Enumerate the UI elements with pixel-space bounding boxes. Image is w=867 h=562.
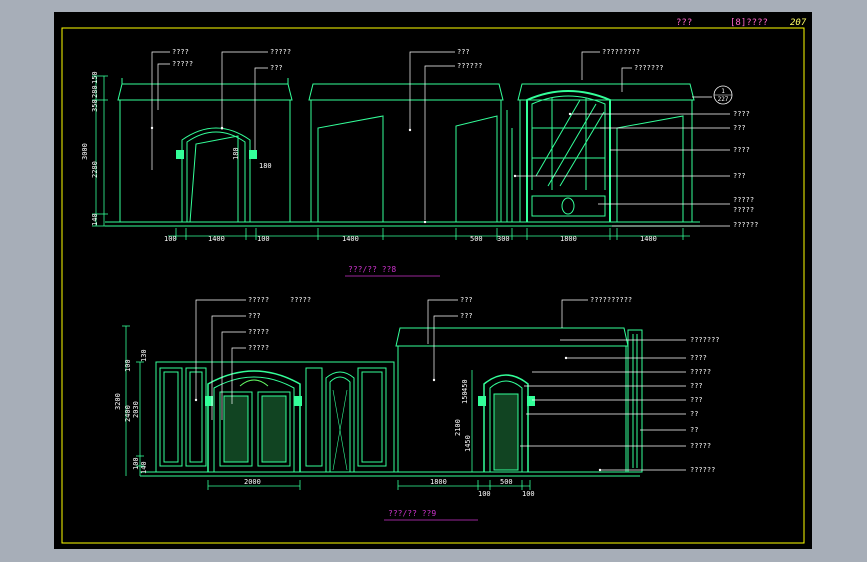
callout-bottom-left-2: ???	[248, 312, 261, 320]
callout-bottom-right-0: ???????	[690, 336, 720, 344]
callout-top-left-7: ???????	[634, 64, 664, 72]
callout-top-right-6: ??????	[733, 221, 758, 229]
dim-bottom-4: 100	[522, 490, 535, 498]
dim-bottom-1: 1800	[430, 478, 447, 486]
index-symbol-bottom: 227	[718, 96, 729, 103]
dim-top-v3: 280	[91, 85, 99, 98]
dim-top-5: 300	[497, 235, 510, 243]
callout-top-left-3: ???	[270, 64, 283, 72]
callout-bottom-right-5: ??	[690, 410, 698, 418]
dim-bottom-0: 2000	[244, 478, 261, 486]
callout-top-left-1: ?????	[172, 60, 193, 68]
callout-top-left-0: ????	[172, 48, 189, 56]
callout-top-right-5: ?????	[733, 206, 754, 214]
dim-top-inner-0: 180	[232, 147, 240, 160]
dim-top-v5: 140	[91, 213, 99, 226]
dim-top-v1: 2280	[91, 161, 99, 178]
index-symbol-top: 1	[721, 88, 725, 95]
callout-bottom-right-8: ??????	[690, 466, 715, 474]
dim-top-2: 100	[257, 235, 270, 243]
dim-top-inner-1: 180	[259, 162, 272, 170]
index-symbol: 1 227	[713, 85, 733, 105]
dim-top-1: 1400	[208, 235, 225, 243]
callout-top-right-2: ????	[733, 146, 750, 154]
title-block-middle: [8]????	[730, 18, 768, 28]
dim-top-0: 100	[164, 235, 177, 243]
dim-top-6: 1800	[560, 235, 577, 243]
caption-top: ???/?? ??8	[348, 265, 396, 274]
dim-top-v4: 150	[91, 71, 99, 84]
dim-top-4: 500	[470, 235, 483, 243]
dim-bottom-v5: 100	[124, 359, 132, 372]
dim-bottom-2: 500	[500, 478, 513, 486]
dim-bottom-v4: 130	[140, 349, 148, 362]
callout-bottom-left-4: ?????	[248, 344, 269, 352]
dim-bottom-v2: 2030	[132, 401, 140, 418]
dim-bottom-inner-2: 2100	[454, 419, 462, 436]
callout-bottom-right-7: ?????	[690, 442, 711, 450]
title-block-left: ???	[676, 18, 692, 28]
dim-top-v0: 3000	[81, 143, 89, 160]
caption-bottom: ???/?? ??9	[388, 509, 436, 518]
dim-top-3: 1400	[342, 235, 359, 243]
callout-bottom-left-1: ?????	[290, 296, 311, 304]
callout-bottom-left-6: ???	[460, 312, 473, 320]
callout-bottom-left-5: ???	[460, 296, 473, 304]
callout-bottom-left-0: ?????	[248, 296, 269, 304]
callout-top-left-4: ???	[457, 48, 470, 56]
callout-bottom-right-1: ????	[690, 354, 707, 362]
dim-bottom-inner-3: 1450	[464, 435, 472, 452]
callout-top-right-3: ???	[733, 172, 746, 180]
page-number: 207	[790, 18, 807, 28]
dim-bottom-3: 100	[478, 490, 491, 498]
dim-bottom-inner-1: 150	[461, 391, 469, 404]
callout-top-right-1: ???	[733, 124, 746, 132]
dim-bottom-v0: 3200	[114, 393, 122, 410]
callout-top-left-6: ?????????	[602, 48, 640, 56]
dim-top-7: 1400	[640, 235, 657, 243]
callout-bottom-right-2: ?????	[690, 368, 711, 376]
callout-bottom-right-4: ???	[690, 396, 703, 404]
callout-top-left-5: ??????	[457, 62, 482, 70]
callout-bottom-left-3: ?????	[248, 328, 269, 336]
callout-bottom-left-7: ??????????	[590, 296, 632, 304]
callout-bottom-right-6: ??	[690, 426, 698, 434]
dim-bottom-v3: 100	[132, 457, 140, 470]
dim-bottom-v1: 2400	[124, 405, 132, 422]
callout-top-right-4: ?????	[733, 196, 754, 204]
callout-bottom-right-3: ???	[690, 382, 703, 390]
dim-top-v2: 350	[91, 99, 99, 112]
dim-bottom-v6: 140	[140, 461, 148, 474]
dim-bottom-inner-0: 450	[461, 379, 469, 392]
cad-viewport: ??? [8]???? 207 1 227 ???? ????? ????? ?…	[54, 12, 812, 549]
callout-top-right-0: ????	[733, 110, 750, 118]
callout-top-left-2: ?????	[270, 48, 291, 56]
